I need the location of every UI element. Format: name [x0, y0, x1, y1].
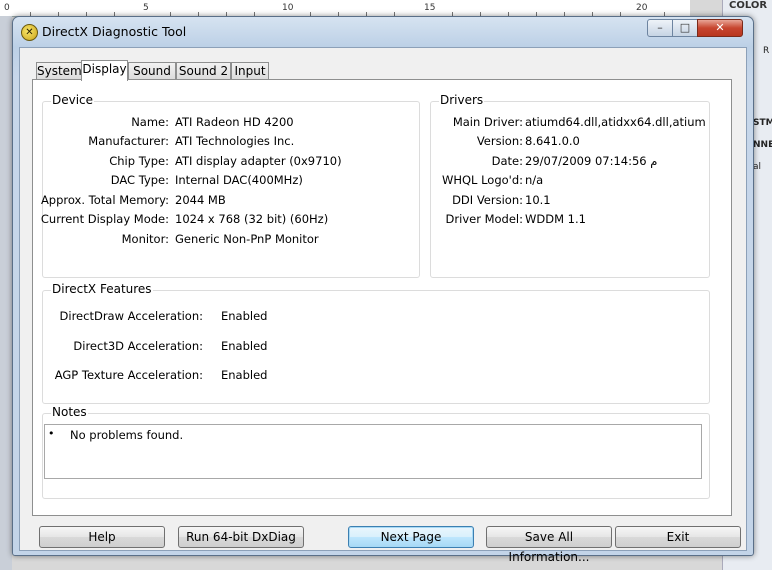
ruler-number: 5	[143, 3, 149, 13]
next-page-button[interactable]: Next Page	[348, 526, 474, 548]
direct3d-label: Direct3D Acceleration:	[73, 339, 203, 353]
ruler-number: 0	[4, 3, 10, 13]
tab-sound-2[interactable]: Sound 2	[176, 62, 231, 79]
tab-display[interactable]: Display	[81, 60, 128, 81]
window-client-area: System Display Sound 1 Sound 2 Input Dev…	[19, 47, 747, 564]
tab-sound-1[interactable]: Sound 1	[128, 62, 176, 94]
dxdiag-window: ✕ DirectX Diagnostic Tool – □ ✕ System D…	[12, 16, 754, 564]
minimize-button[interactable]: –	[647, 19, 673, 37]
manufacturer-label: Manufacturer:	[88, 134, 169, 148]
ruler-number: 15	[424, 3, 436, 13]
driver-model-value: WDDM 1.1	[525, 212, 586, 226]
device-name-label: Name:	[131, 115, 169, 129]
dac-type-label: DAC Type:	[110, 173, 169, 187]
ddi-version-value: 10.1	[525, 193, 551, 207]
total-memory-label: Approx. Total Memory:	[40, 193, 169, 207]
notes-group: Notes • No problems found.	[42, 405, 710, 499]
main-driver-label: Main Driver:	[452, 115, 523, 129]
whql-label: WHQL Logo'd:	[441, 173, 523, 187]
display-mode-label: Current Display Mode:	[40, 212, 169, 226]
tab-input[interactable]: Input	[231, 62, 269, 79]
directx-icon: ✕	[21, 24, 38, 41]
background-ruler: 0 5 10 15 20	[0, 0, 690, 17]
device-group-title: Device	[51, 93, 95, 107]
ruler-number: 10	[282, 3, 294, 13]
display-tab-panel: Device Name: ATI Radeon HD 4200 Manufact…	[32, 79, 732, 516]
title-bar[interactable]: ✕ DirectX Diagnostic Tool – □ ✕	[13, 17, 753, 47]
run-64bit-dxdiag-button[interactable]: Run 64-bit DxDiag	[178, 526, 304, 548]
notes-box[interactable]: • No problems found.	[44, 424, 702, 479]
monitor-label: Monitor:	[121, 232, 169, 246]
manufacturer-value: ATI Technologies Inc.	[175, 134, 295, 148]
version-label: Version:	[476, 134, 523, 148]
agp-texture-label: AGP Texture Acceleration:	[54, 368, 203, 382]
device-group: Device Name: ATI Radeon HD 4200 Manufact…	[40, 93, 420, 278]
directx-features-title: DirectX Features	[51, 282, 153, 296]
notes-title: Notes	[51, 405, 88, 419]
ruler-number: 20	[636, 3, 648, 13]
close-button[interactable]: ✕	[697, 19, 743, 37]
driver-model-label: Driver Model:	[445, 212, 523, 226]
whql-value: n/a	[525, 173, 544, 187]
drivers-group-title: Drivers	[439, 93, 485, 107]
directx-features-group: DirectX Features DirectDraw Acceleration…	[42, 282, 710, 404]
background-document-edge	[0, 16, 12, 570]
chip-type-label: Chip Type:	[109, 154, 169, 168]
display-mode-value: 1024 x 768 (32 bit) (60Hz)	[175, 212, 329, 226]
maximize-button[interactable]: □	[672, 19, 698, 37]
notes-item: No problems found.	[70, 428, 184, 442]
chip-type-value: ATI display adapter (0x9710)	[175, 154, 342, 168]
ddi-version-label: DDI Version:	[452, 193, 523, 207]
exit-button[interactable]: Exit	[615, 526, 741, 548]
window-title: DirectX Diagnostic Tool	[42, 24, 187, 39]
monitor-value: Generic Non-PnP Monitor	[175, 232, 319, 246]
bullet-icon: •	[48, 427, 55, 440]
main-driver-value: atiumd64.dll,atidxx64.dll,atiumdag,a	[525, 115, 706, 129]
total-memory-value: 2044 MB	[175, 193, 226, 207]
agp-texture-value: Enabled	[221, 368, 268, 382]
directdraw-label: DirectDraw Acceleration:	[59, 309, 203, 323]
background-color-label: COLOR	[729, 0, 768, 11]
drivers-group: Drivers Main Driver: atiumd64.dll,atidxx…	[430, 93, 710, 278]
dac-type-value: Internal DAC(400MHz)	[175, 173, 303, 187]
help-button[interactable]: Help	[39, 526, 165, 548]
directdraw-value: Enabled	[221, 309, 268, 323]
date-label: Date:	[491, 154, 523, 168]
version-value: 8.641.0.0	[525, 134, 580, 148]
tab-system[interactable]: System	[36, 62, 82, 79]
device-name-value: ATI Radeon HD 4200	[175, 115, 294, 129]
save-all-information-button[interactable]: Save All Information...	[486, 526, 612, 564]
direct3d-value: Enabled	[221, 339, 268, 353]
date-value: 29/07/2009 07:14:56 م	[525, 154, 658, 168]
